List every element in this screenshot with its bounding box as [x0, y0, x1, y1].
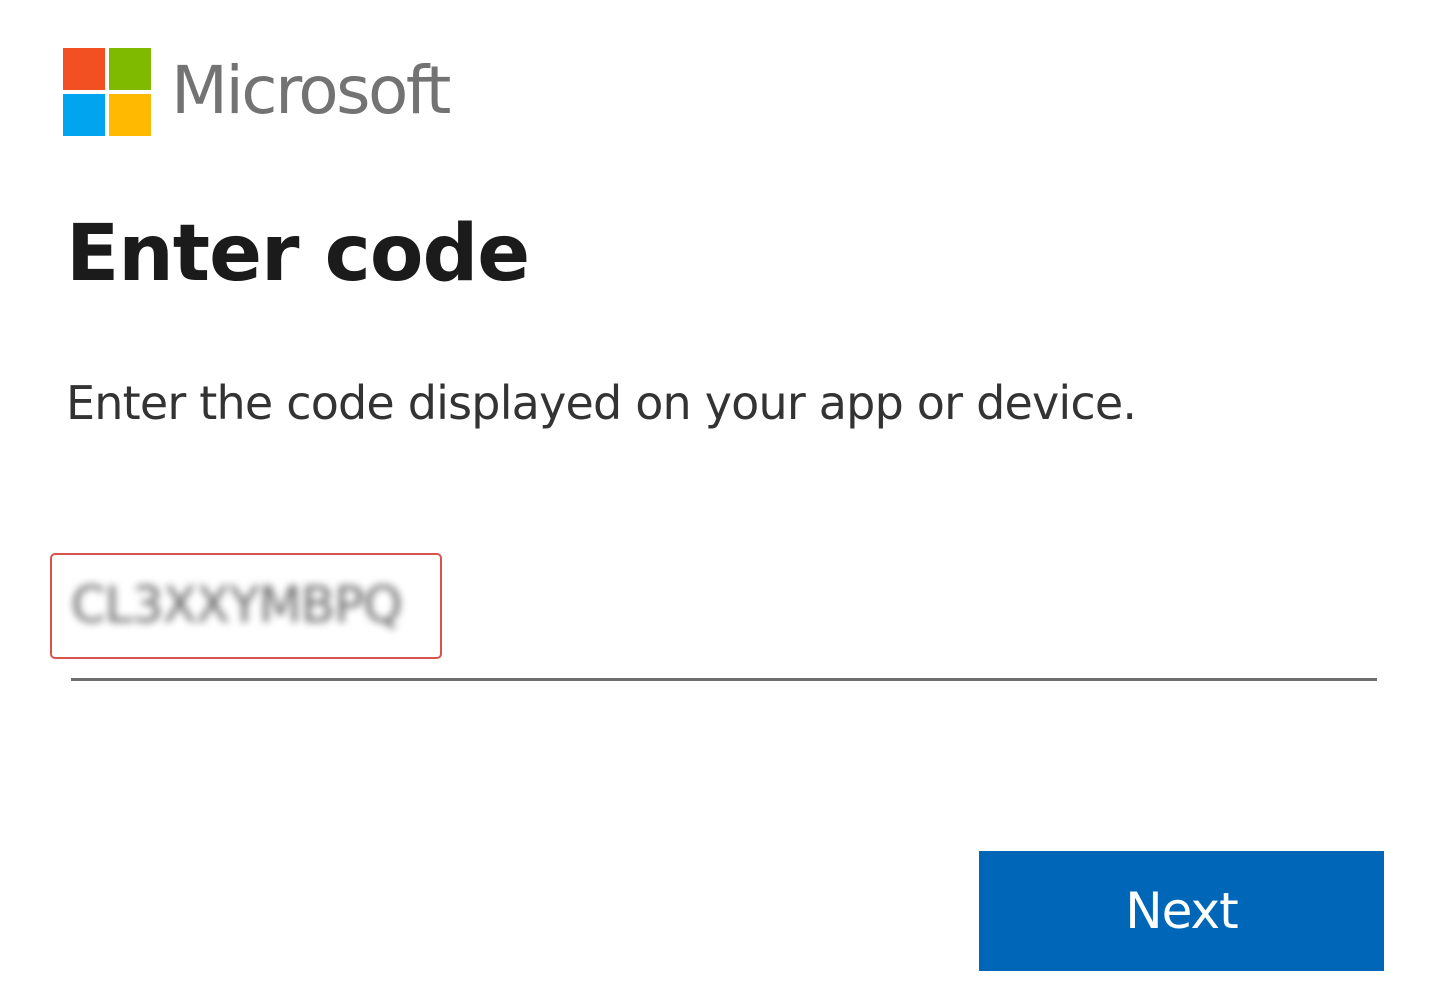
code-field — [71, 560, 1377, 681]
microsoft-logo-icon — [63, 48, 151, 136]
logo-square-red — [63, 48, 105, 90]
sign-in-page: Microsoft Enter code Enter the code disp… — [0, 0, 1433, 1005]
brand-name: Microsoft — [171, 52, 451, 129]
code-input[interactable] — [71, 560, 431, 650]
page-title: Enter code — [66, 209, 530, 299]
page-description: Enter the code displayed on your app or … — [66, 376, 1137, 430]
logo-square-green — [109, 48, 151, 90]
brand-header: Microsoft — [63, 48, 451, 136]
logo-square-blue — [63, 94, 105, 136]
logo-square-yellow — [109, 94, 151, 136]
next-button[interactable]: Next — [979, 851, 1384, 971]
